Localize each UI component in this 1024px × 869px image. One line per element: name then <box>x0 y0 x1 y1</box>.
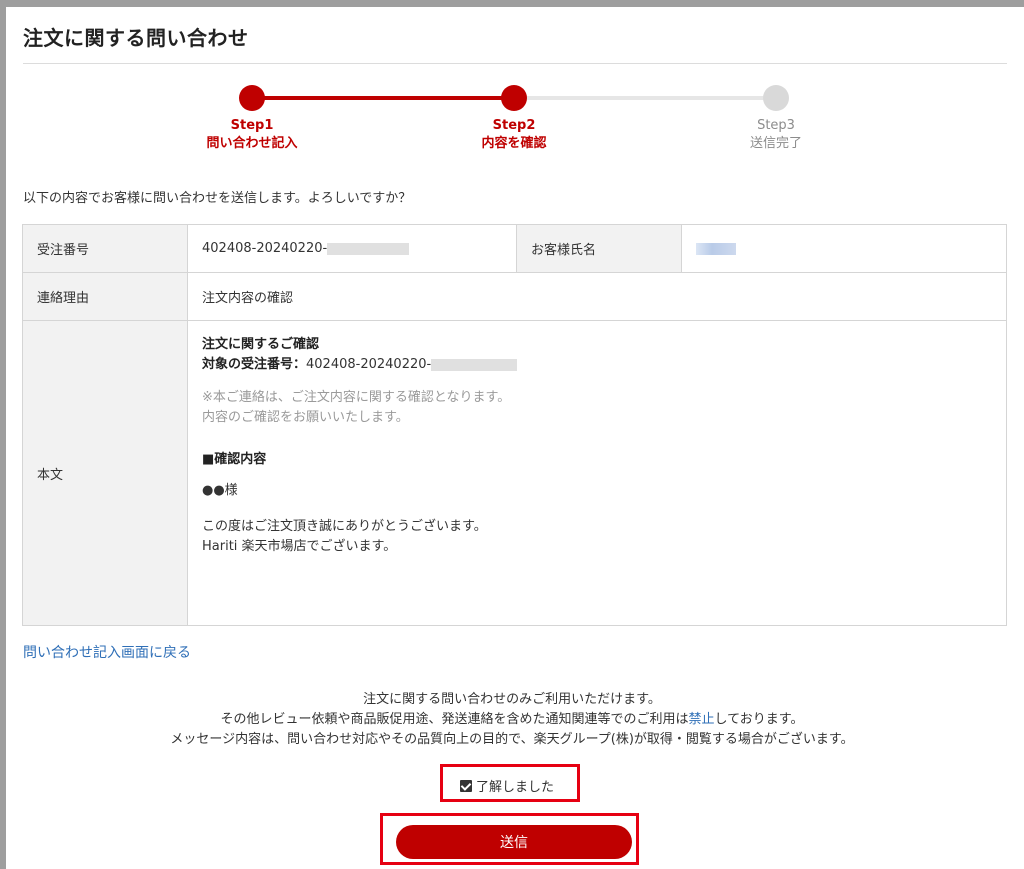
prohibited-link[interactable]: 禁止 <box>689 712 715 727</box>
body-message-line1: この度はご注文頂き誠にありがとうございます。 <box>202 519 487 534</box>
body-message-line2: Hariti 楽天市場店でございます。 <box>202 539 397 554</box>
notice-line3: メッセージ内容は、問い合わせ対応やその品質向上の目的で、楽天グループ(株)が取得… <box>170 732 854 747</box>
step1-dot <box>239 85 265 111</box>
body-salutation: ●●様 <box>202 483 238 498</box>
reason-value: 注文内容の確認 <box>187 272 1007 321</box>
redacted-mask <box>431 358 518 371</box>
usage-notice: 注文に関する問い合わせのみご利用いただけます。 その他レビュー依頼や商品販促用途… <box>0 690 1024 750</box>
step-connector-2 <box>514 96 776 100</box>
step-connector-1 <box>252 96 514 100</box>
step1-label-group: Step1 問い合わせ記入 <box>182 117 322 153</box>
step3-label-group: Step3 送信完了 <box>706 117 846 153</box>
title-divider <box>23 63 1007 64</box>
reason-label: 連絡理由 <box>22 272 188 321</box>
redacted-mask <box>327 242 410 255</box>
body-content: 注文に関するご確認 対象の受注番号：402408-20240220- ※本ご連絡… <box>187 320 1007 626</box>
step1-name: 問い合わせ記入 <box>206 136 298 151</box>
step2-number: Step2 <box>492 118 536 133</box>
agree-checkbox[interactable]: 了解しました <box>460 776 554 795</box>
step2-dot <box>501 85 527 111</box>
notice-line2: その他レビュー依頼や商品販促用途、発送連絡を含めた通知関連等でのご利用は禁止して… <box>0 710 1024 730</box>
body-note-line2: 内容のご確認をお願いいたします。 <box>202 410 409 425</box>
order-number-label: 受注番号 <box>22 224 188 273</box>
notice-line2-before: その他レビュー依頼や商品販促用途、発送連絡を含めた通知関連等でのご利用は <box>220 712 689 727</box>
agree-label: 了解しました <box>476 780 555 795</box>
table-row: 連絡理由 注文内容の確認 <box>22 272 1007 321</box>
submit-button[interactable]: 送信 <box>396 825 632 859</box>
customer-name-cell <box>681 224 1007 273</box>
body-heading: 注文に関するご確認 <box>202 337 320 352</box>
step3-number: Step3 <box>757 118 795 133</box>
order-number-cell: 402408-20240220- <box>187 224 517 273</box>
step2-label-group: Step2 内容を確認 <box>444 117 584 153</box>
step2-name: 内容を確認 <box>481 136 547 151</box>
back-to-edit-link[interactable]: 問い合わせ記入画面に戻る <box>23 642 191 662</box>
progress-stepper: Step1 問い合わせ記入 Step2 内容を確認 Step3 送信完了 <box>0 83 1024 163</box>
confirm-table: 受注番号 402408-20240220- お客様氏名 連絡理由 注文内容の確認… <box>22 224 1007 626</box>
redacted-name-mask <box>696 242 736 255</box>
checkbox-checked-icon[interactable] <box>460 779 472 792</box>
body-note-line1: ※本ご連絡は、ご注文内容に関する確認となります。 <box>202 390 511 405</box>
confirm-intro-text: 以下の内容でお客様に問い合わせを送信します。よろしいですか？ <box>23 191 412 206</box>
step3-dot <box>763 85 789 111</box>
customer-name-label: お客様氏名 <box>516 224 682 273</box>
step1-number: Step1 <box>230 118 274 133</box>
body-target-line: 対象の受注番号：402408-20240220- <box>202 355 992 375</box>
table-row: 受注番号 402408-20240220- お客様氏名 <box>22 224 1007 273</box>
body-label: 本文 <box>22 320 188 626</box>
window-frame-top <box>0 0 1024 7</box>
body-target-label: 対象の受注番号： <box>202 357 307 372</box>
order-number-value: 402408-20240220- <box>202 241 328 256</box>
notice-line1: 注文に関する問い合わせのみご利用いただけます。 <box>363 692 661 707</box>
notice-line2-after: しております。 <box>714 712 804 727</box>
body-target-value: 402408-20240220- <box>306 357 432 372</box>
step3-name: 送信完了 <box>749 136 802 151</box>
body-section-heading: ■確認内容 <box>202 452 267 467</box>
table-row: 本文 注文に関するご確認 対象の受注番号：402408-20240220- ※本… <box>22 320 1007 626</box>
page-title: 注文に関する問い合わせ <box>23 26 249 50</box>
